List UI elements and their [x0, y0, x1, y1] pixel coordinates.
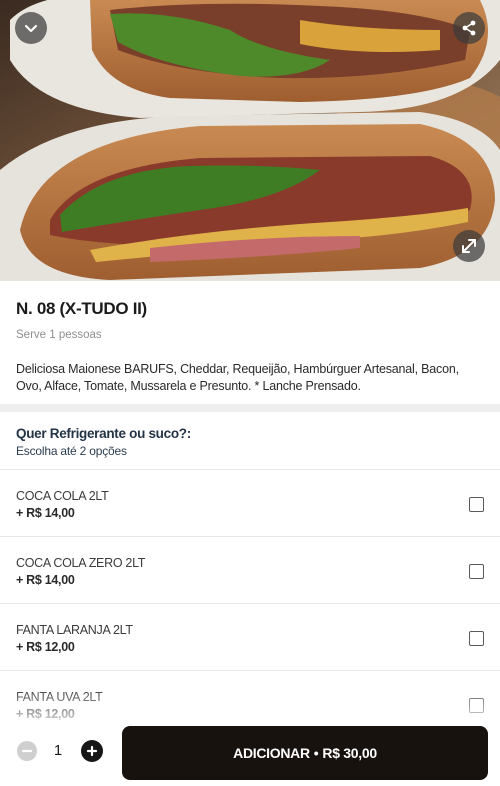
minus-icon	[21, 749, 33, 753]
plus-icon	[86, 745, 98, 757]
add-button-price: R$ 30,00	[322, 745, 377, 761]
add-button-label: ADICIONAR	[233, 745, 310, 761]
option-checkbox[interactable]	[469, 564, 484, 579]
product-info: N. 08 (X-TUDO II) Serve 1 pessoas Delici…	[0, 281, 500, 404]
expand-button[interactable]	[453, 230, 485, 262]
option-name: COCA COLA 2LT	[16, 489, 109, 503]
option-item-coca-cola[interactable]: COCA COLA 2LT + R$ 14,00	[0, 470, 500, 537]
add-to-cart-bar: 1 ADICIONAR • R$ 30,00	[0, 720, 500, 786]
serves-text: Serve 1 pessoas	[16, 329, 102, 341]
option-name: COCA COLA ZERO 2LT	[16, 556, 146, 570]
product-title: N. 08 (X-TUDO II)	[16, 299, 147, 318]
option-list: COCA COLA 2LT + R$ 14,00 COCA COLA ZERO …	[0, 470, 500, 738]
product-photo	[0, 0, 500, 281]
option-checkbox[interactable]	[469, 698, 484, 713]
option-price: + R$ 12,00	[16, 707, 75, 721]
chevron-down-icon	[24, 24, 38, 33]
product-description: Deliciosa Maionese BARUFS, Cheddar, Requ…	[16, 362, 459, 393]
quantity-value: 1	[53, 742, 63, 759]
option-item-coca-cola-zero[interactable]: COCA COLA ZERO 2LT + R$ 14,00	[0, 537, 500, 604]
increase-quantity-button[interactable]	[81, 740, 103, 762]
option-checkbox[interactable]	[469, 497, 484, 512]
option-checkbox[interactable]	[469, 631, 484, 646]
option-group-title: Quer Refrigerante ou suco?:	[16, 426, 191, 441]
expand-icon	[462, 239, 476, 253]
option-group-header: Quer Refrigerante ou suco?: Escolha até …	[0, 412, 500, 470]
add-button-separator: •	[313, 745, 319, 761]
option-name: FANTA UVA 2LT	[16, 690, 103, 704]
back-button[interactable]	[15, 12, 47, 44]
add-to-cart-button[interactable]: ADICIONAR • R$ 30,00	[122, 726, 488, 780]
sandwich-illustration	[0, 0, 500, 281]
section-divider	[0, 404, 500, 412]
option-name: FANTA LARANJA 2LT	[16, 623, 133, 637]
option-group-subtitle: Escolha até 2 opções	[16, 444, 127, 458]
share-button[interactable]	[453, 12, 485, 44]
option-item-fanta-laranja[interactable]: FANTA LARANJA 2LT + R$ 12,00	[0, 604, 500, 671]
decrease-quantity-button[interactable]	[17, 741, 37, 761]
share-icon	[462, 20, 476, 36]
option-price: + R$ 14,00	[16, 573, 75, 587]
option-price: + R$ 14,00	[16, 506, 75, 520]
option-price: + R$ 12,00	[16, 640, 75, 654]
